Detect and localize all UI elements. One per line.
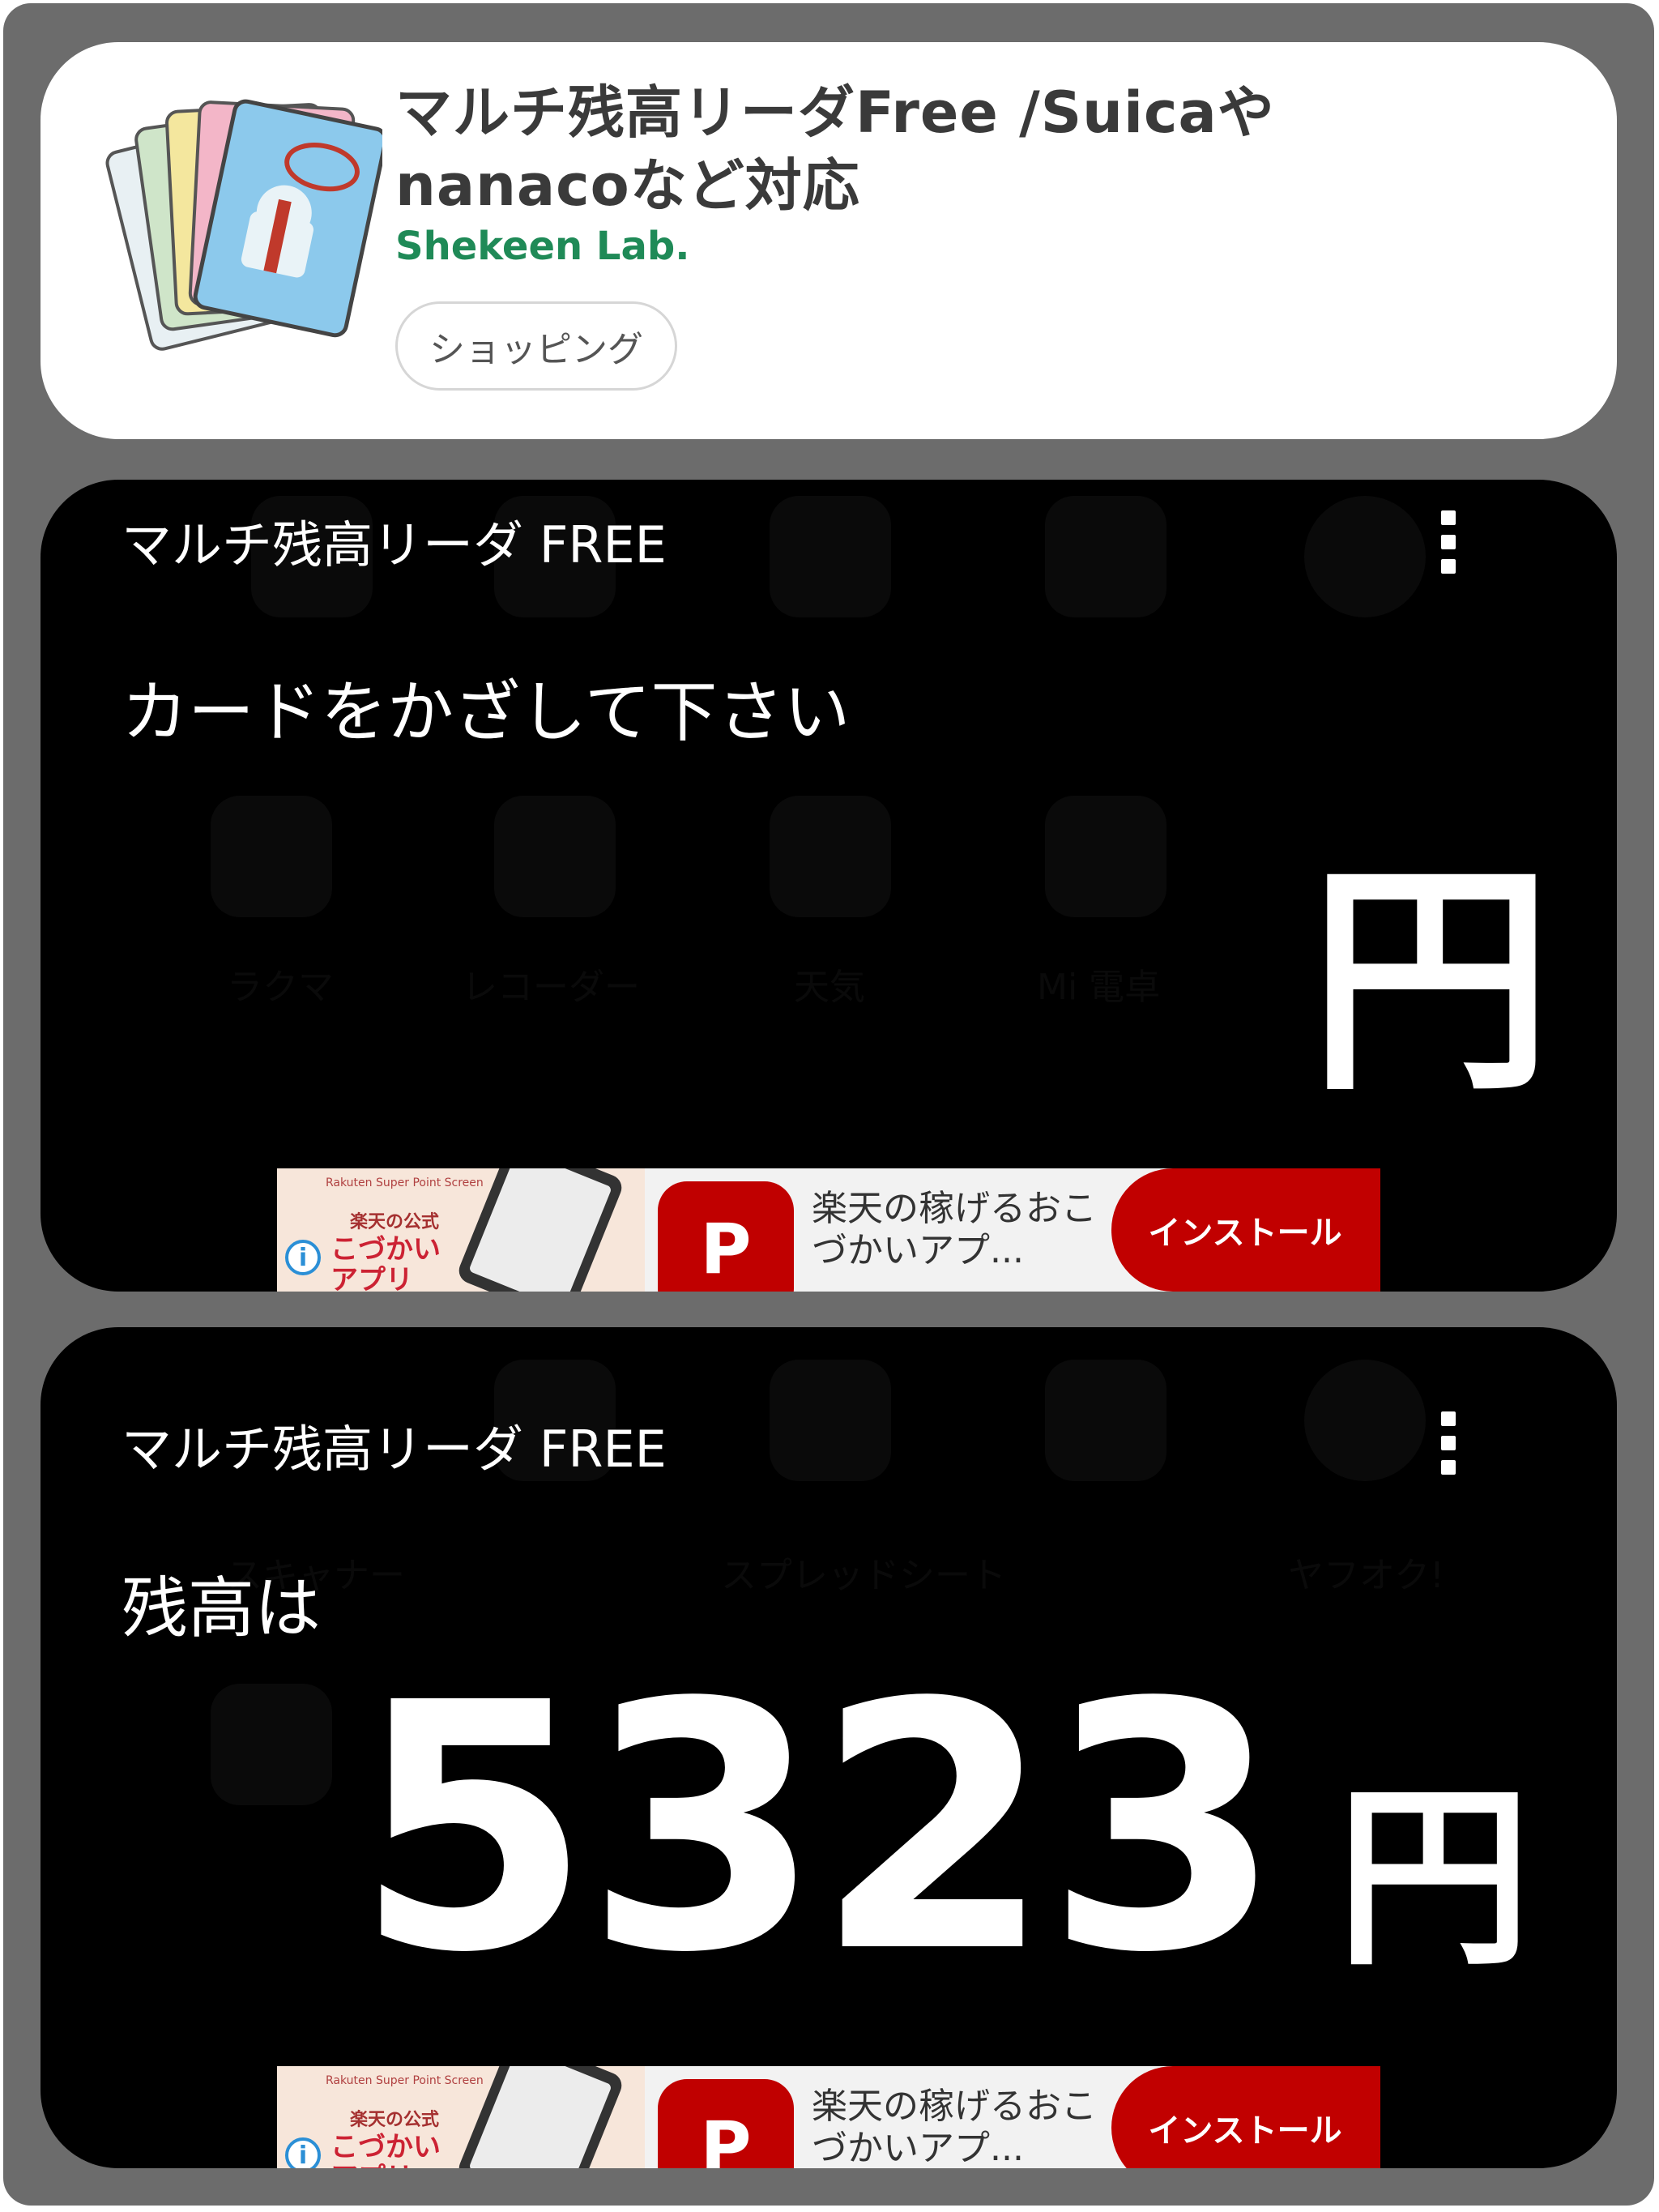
bg-app-label: Mi 電卓 [1037,967,1161,1008]
bg-app-label: スプレッドシート [721,1555,1006,1596]
bg-app-label: 天気 [794,967,865,1008]
balance-amount: 5323 [355,1631,1282,2027]
currency-unit: 円 [1337,1765,1532,1992]
overflow-menu-icon[interactable] [1439,1411,1458,1484]
ad-promo-small: Rakuten Super Point Screen [326,1176,484,1189]
scan-prompt: カードをかざして下さい [122,674,851,751]
app-title: マルチ残高リーダFree /Suicaや nanacoなど対応 [395,76,1465,222]
ad-text: 楽天の稼げるおこ づかいアプ... [812,2086,1103,2168]
ad-text-line1: 楽天の稼げるおこ [812,1188,1097,1229]
install-button[interactable]: インストール [1111,2066,1380,2168]
ad-promo-line3: アプリ [331,2155,413,2168]
bg-app-label: ヤフオク! [1288,1555,1444,1596]
ad-banner[interactable]: Rakuten Super Point Screen 楽天の公式 こづかい アプ… [277,2066,1380,2168]
ad-promo-image: Rakuten Super Point Screen 楽天の公式 こづかい アプ… [277,2066,645,2168]
rakuten-point-logo-icon: P [658,2079,794,2168]
app-bar-title: マルチ残高リーダ FREE [122,1420,667,1479]
screenshot-panel-balance: スキャナー スプレッドシート ヤフオク! マルチ残高リーダ FREE 残高は 5… [41,1327,1617,2168]
ad-info-icon[interactable]: i [285,2137,321,2168]
ad-text: 楽天の稼げるおこ づかいアプ... [812,1188,1103,1272]
ad-info-icon[interactable]: i [285,1240,321,1275]
ad-promo-line3: アプリ [331,1264,413,1292]
ad-text-line1: 楽天の稼げるおこ [812,2086,1097,2127]
developer-link[interactable]: Shekeen Lab. [395,224,690,269]
ad-promo-image: Rakuten Super Point Screen 楽天の公式 こづかい アプ… [277,1168,645,1292]
ad-text-line2: づかいアプ... [812,1230,1024,1271]
balance-label: 残高は [122,1570,322,1647]
install-button[interactable]: インストール [1111,1168,1380,1292]
currency-unit: 円 [1309,840,1552,1123]
app-bar-title: マルチ残高リーダ FREE [122,515,667,574]
bg-app-label: ラクマ [227,967,334,1008]
app-cards-icon [105,99,382,351]
screenshot-panel-waiting: ラクマ レコーダー 天気 Mi 電卓 マルチ残高リーダ FREE カードをかざし… [41,480,1617,1292]
ad-text-line2: づかいアプ... [812,2128,1024,2168]
app-title-line1: マルチ残高リーダFree /Suicaや [395,79,1275,146]
ad-banner[interactable]: Rakuten Super Point Screen 楽天の公式 こづかい アプ… [277,1168,1380,1292]
overflow-menu-icon[interactable] [1439,510,1458,583]
store-listing-card[interactable]: マルチ残高リーダFree /Suicaや nanacoなど対応 Shekeen … [41,42,1617,439]
app-title-line2: nanacoなど対応 [395,152,860,219]
category-chip[interactable]: ショッピング [395,301,677,391]
ad-promo-small: Rakuten Super Point Screen [326,2074,484,2087]
rakuten-point-logo-icon: P [658,1181,794,1292]
bg-app-label: レコーダー [462,967,640,1008]
